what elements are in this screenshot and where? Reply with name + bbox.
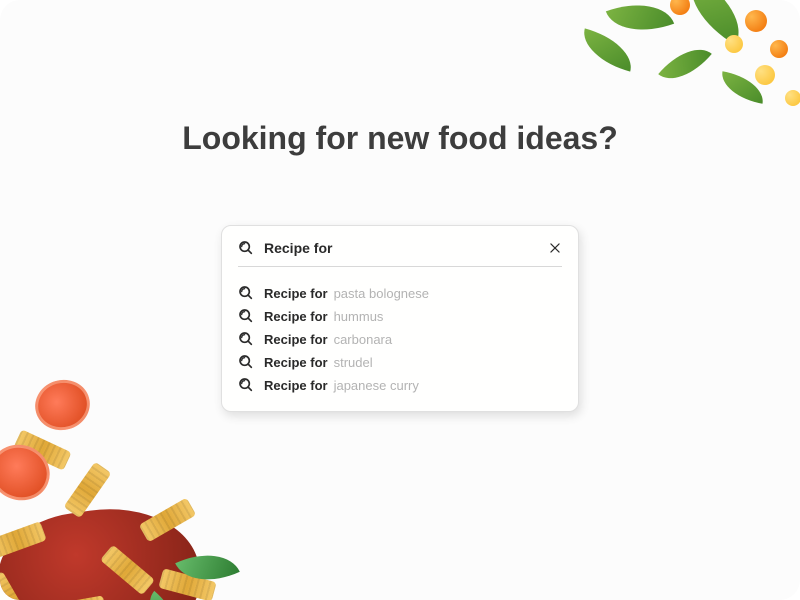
search-dropdown: Recipe for pasta bolognese Recipe for hu… — [221, 225, 579, 412]
decor-top-right — [570, 0, 800, 140]
suggestion-item[interactable]: Recipe for japanese curry — [238, 377, 562, 393]
suggestion-prefix: Recipe for — [264, 332, 328, 347]
suggestion-prefix: Recipe for — [264, 378, 328, 393]
search-input[interactable] — [264, 240, 548, 256]
search-input-row — [238, 240, 562, 267]
suggestion-term: carbonara — [334, 332, 393, 347]
search-icon — [238, 377, 254, 393]
search-icon — [238, 308, 254, 324]
suggestion-prefix: Recipe for — [264, 309, 328, 324]
suggestion-item[interactable]: Recipe for strudel — [238, 354, 562, 370]
suggestion-term: hummus — [334, 309, 384, 324]
page-container: Looking for new food ideas? — [0, 0, 800, 600]
search-icon — [238, 240, 254, 256]
suggestion-item[interactable]: Recipe for carbonara — [238, 331, 562, 347]
clear-icon[interactable] — [548, 241, 562, 255]
suggestion-term: strudel — [334, 355, 373, 370]
search-icon — [238, 354, 254, 370]
suggestions-list: Recipe for pasta bolognese Recipe for hu… — [238, 285, 562, 399]
suggestion-prefix: Recipe for — [264, 355, 328, 370]
suggestion-item[interactable]: Recipe for pasta bolognese — [238, 285, 562, 301]
suggestion-term: pasta bolognese — [334, 286, 429, 301]
page-title: Looking for new food ideas? — [182, 120, 618, 157]
suggestion-prefix: Recipe for — [264, 286, 328, 301]
suggestion-term: japanese curry — [334, 378, 419, 393]
search-icon — [238, 331, 254, 347]
suggestion-item[interactable]: Recipe for hummus — [238, 308, 562, 324]
search-icon — [238, 285, 254, 301]
